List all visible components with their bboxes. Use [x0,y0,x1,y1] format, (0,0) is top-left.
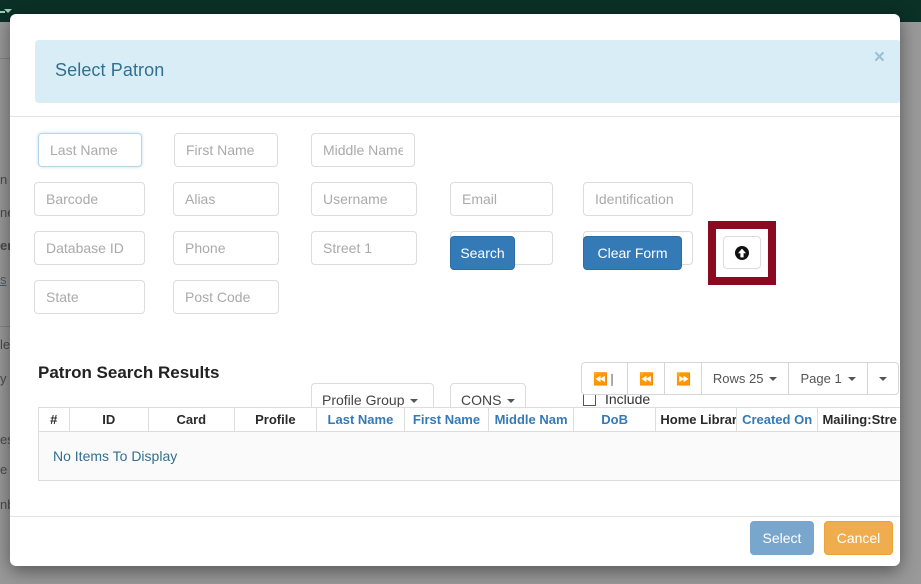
column-header[interactable]: Last Name [317,408,405,432]
alias-input[interactable] [173,182,279,216]
clear-form-button[interactable]: Clear Form [583,236,682,270]
select-patron-modal: Select Patron × Search Clear Form Profil… [10,14,900,566]
column-header[interactable]: Created On [736,408,818,432]
previous-page-button[interactable]: ⏪ [628,363,665,394]
column-header: Profile [234,408,317,432]
street-1-input[interactable] [311,231,417,265]
page-number-label: Page 1 [800,371,841,386]
previous-page-icon: ⏪ [639,372,653,386]
chevron-down-icon [410,399,418,403]
column-header: Home Librar [656,408,736,432]
search-button[interactable]: Search [450,236,515,270]
column-header: Card [149,408,235,432]
select-button[interactable]: Select [750,521,814,555]
footer-divider [10,516,900,517]
chevron-down-icon [507,399,515,403]
empty-message: No Items To Display [39,432,901,481]
username-input[interactable] [311,182,417,216]
cons-label: CONS [461,392,501,408]
post-code-input[interactable] [173,280,279,314]
patron-search-form: Search Clear Form Profile Group CONS Inc… [10,117,900,342]
column-header: Mailing:Stre [818,408,900,432]
results-heading: Patron Search Results [38,363,219,383]
results-pagination: ⏪❘ ⏪ ⏩ Rows 25 Page 1 [581,362,899,395]
next-page-icon: ⏩ [676,372,690,386]
close-icon[interactable]: × [870,46,889,69]
rows-per-page-dropdown[interactable]: Rows 25 [702,363,790,394]
modal-header: Select Patron × [35,40,900,103]
barcode-input[interactable] [34,182,145,216]
circle-up-arrow-icon [734,245,750,261]
column-header[interactable]: First Name [404,408,489,432]
page-number-dropdown[interactable]: Page 1 [789,363,867,394]
table-row: No Items To Display [39,432,901,481]
column-header[interactable]: DoB [573,408,656,432]
profile-group-label: Profile Group [322,392,404,408]
state-input[interactable] [34,280,145,314]
identification-input[interactable] [583,182,693,216]
circle-up-arrow-icon-button[interactable] [723,236,761,269]
rows-per-page-label: Rows 25 [713,371,764,386]
column-header: # [39,408,70,432]
patron-results-table: #IDCardProfileLast NameFirst NameMiddle … [38,407,900,481]
cancel-button[interactable]: Cancel [824,521,893,555]
last-name-input[interactable] [38,133,142,167]
column-header: ID [69,408,148,432]
next-page-button[interactable]: ⏩ [665,363,702,394]
column-header[interactable]: Middle Nam [489,408,574,432]
chevron-down-icon [848,377,856,381]
first-name-input[interactable] [174,133,278,167]
pager-menu-button[interactable] [868,363,898,394]
table-header-row: #IDCardProfileLast NameFirst NameMiddle … [39,408,901,432]
phone-input[interactable] [173,231,279,265]
first-page-icon: ⏪❘ [593,372,616,386]
email-input[interactable] [450,182,553,216]
chevron-down-icon [4,9,12,13]
chevron-down-icon [879,377,887,381]
middle-name-input[interactable] [311,133,415,167]
database-id-input[interactable] [34,231,145,265]
chevron-down-icon [769,377,777,381]
page-title: Select Patron [55,60,164,81]
first-page-button[interactable]: ⏪❘ [582,363,628,394]
